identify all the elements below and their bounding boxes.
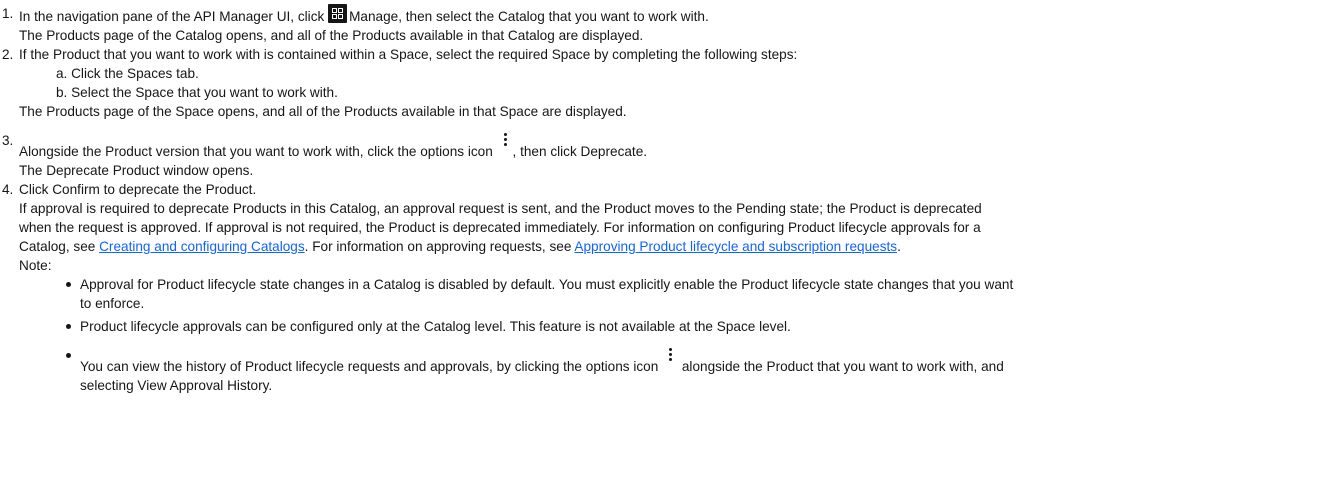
step-4-instruction: Click Confirm to deprecate the Product. — [19, 182, 257, 197]
step-2: 2. If the Product that you want to work … — [0, 45, 1334, 121]
step-3-result: The Deprecate Product window opens. — [19, 163, 254, 178]
step-number: 1. — [2, 6, 14, 21]
step-2-result: The Products page of the Space opens, an… — [19, 104, 627, 119]
notes-list: Approval for Product lifecycle state cha… — [19, 275, 1334, 395]
step-4-paragraph-line-3: Catalog, see Creating and configuring Ca… — [19, 239, 901, 254]
note-item-default-disabled: Approval for Product lifecycle state cha… — [66, 275, 1334, 313]
approving-requests-link[interactable]: Approving Product lifecycle and subscrip… — [574, 239, 897, 254]
step-1-result: The Products page of the Catalog opens, … — [19, 28, 644, 43]
step-number: 3. — [2, 133, 14, 148]
step-4-paragraph-line-2: when the request is approved. If approva… — [19, 220, 981, 235]
step-3-instruction: Alongside the Product version that you w… — [19, 131, 1334, 161]
creating-catalogs-link[interactable]: Creating and configuring Catalogs — [99, 239, 305, 254]
step-3: 3. Alongside the Product version that yo… — [0, 131, 1334, 180]
step-1: 1. In the navigation pane of the API Man… — [0, 4, 1334, 45]
step-number: 4. — [2, 182, 14, 197]
step-1-instruction: In the navigation pane of the API Manage… — [19, 4, 1334, 26]
note-label: Note: — [19, 258, 52, 273]
note-item-catalog-level: Product lifecycle approvals can be confi… — [66, 317, 1334, 336]
substep-b: b. Select the Space that you want to wor… — [56, 85, 338, 100]
substep-a: a. Click the Spaces tab. — [56, 66, 199, 81]
step-4: 4. Click Confirm to deprecate the Produc… — [0, 180, 1334, 395]
options-kebab-icon — [662, 346, 678, 365]
options-kebab-icon — [497, 131, 513, 150]
note-item-view-history: You can view the history of Product life… — [66, 346, 1334, 395]
manage-grid-icon — [328, 4, 348, 23]
step-2-instruction: If the Product that you want to work wit… — [19, 47, 798, 62]
step-4-paragraph-line-1: If approval is required to deprecate Pro… — [19, 201, 982, 216]
instructions-document: 1. In the navigation pane of the API Man… — [0, 0, 1334, 395]
step-number: 2. — [2, 47, 14, 62]
